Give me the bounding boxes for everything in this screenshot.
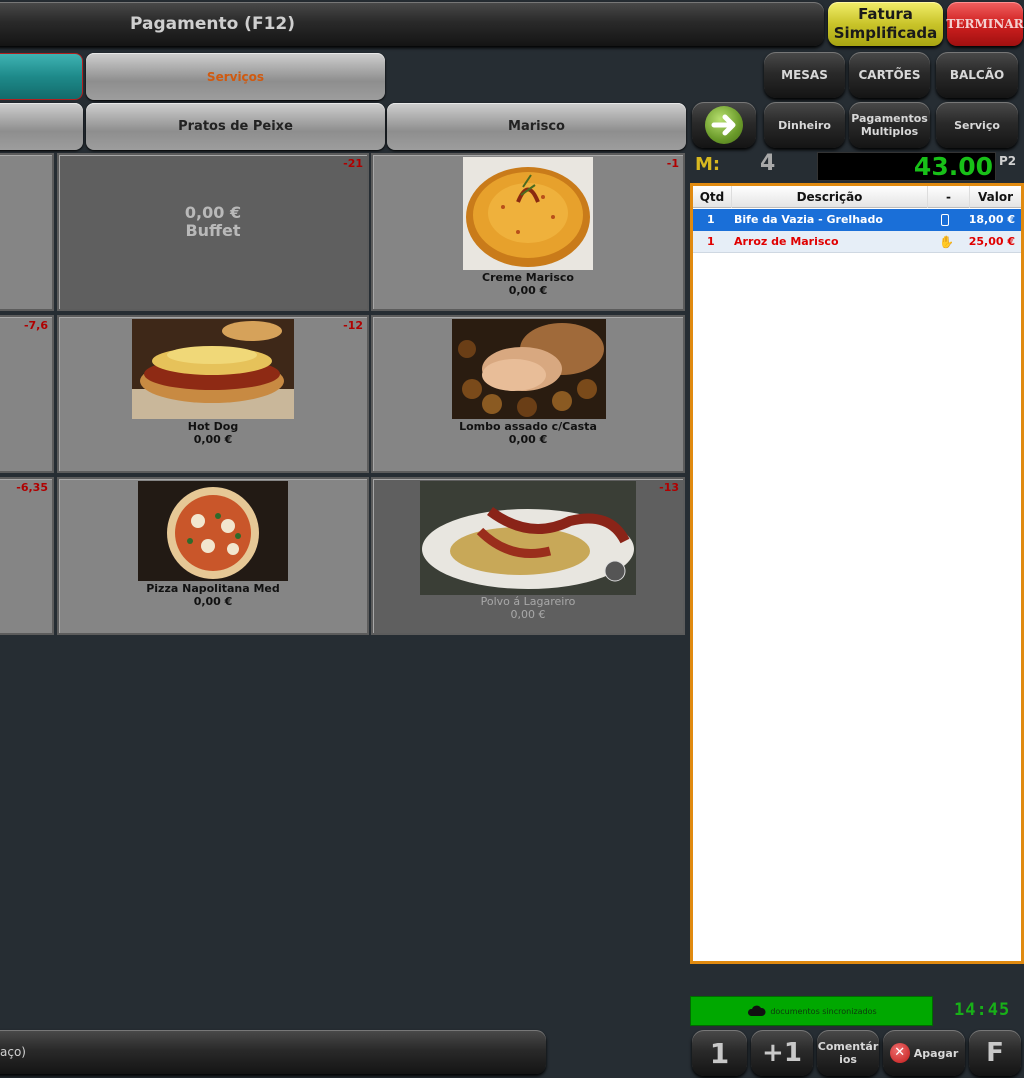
product-tile-creme-marisco[interactable]: -1 Creme Marisco 0,00 €: [371, 153, 685, 311]
header-valor: Valor: [969, 186, 1021, 208]
price-level: P2: [999, 154, 1017, 168]
mesas-button[interactable]: MESAS: [764, 52, 845, 98]
balcao-label: BALCÃO: [949, 68, 1005, 82]
row-qty: 1: [707, 235, 715, 248]
order-list[interactable]: Qtd Descrição - Valor 1 Bife da Vazia - …: [690, 183, 1024, 964]
sync-text: documentos sincronizados: [770, 1006, 877, 1016]
row-value: 25,00 €: [968, 235, 1015, 248]
next-arrow-button[interactable]: [692, 102, 756, 148]
page-title: Pagamento (F12): [130, 14, 295, 34]
btn-1-label: 1: [709, 1036, 730, 1070]
search-bar[interactable]: aço): [0, 1030, 546, 1074]
dinheiro-label: Dinheiro: [778, 118, 831, 132]
fatura-simplificada-button[interactable]: Fatura Simplificada: [828, 2, 943, 46]
order-row[interactable]: 1 Arroz de Marisco ✋ 25,00 €: [693, 231, 1021, 253]
pratos-peixe-label: Pratos de Peixe: [178, 119, 293, 134]
product-name: Creme Marisco: [482, 271, 574, 284]
family-tab-servicos[interactable]: Serviços: [86, 53, 385, 100]
pizza-photo: [138, 481, 288, 581]
balcao-button[interactable]: BALCÃO: [936, 52, 1018, 98]
servicos-label: Serviços: [206, 69, 265, 84]
clock: 14:45: [954, 1000, 1011, 1020]
product-tile-buffet[interactable]: -21 0,00 € Buffet: [57, 153, 369, 311]
servico-button[interactable]: Serviço: [936, 102, 1018, 148]
hotdog-photo: [132, 319, 294, 419]
family-tab-active[interactable]: [0, 53, 83, 100]
discount-badge: -6,35: [16, 481, 48, 494]
cartoes-button[interactable]: CARTÕES: [849, 52, 930, 98]
f-label: F: [986, 1038, 1004, 1068]
comentarios-button[interactable]: Comentár ios: [817, 1030, 879, 1076]
sync-status: documentos sincronizados: [690, 996, 933, 1026]
discount-badge: -13: [659, 481, 679, 494]
terminar-label: TERMINAR: [946, 17, 1024, 31]
delete-icon: ✕: [889, 1043, 910, 1063]
title-bar: Pagamento (F12): [0, 2, 824, 46]
total-amount: 43.00: [913, 152, 993, 181]
header-descricao: Descrição: [731, 186, 927, 208]
product-name: Pizza Napolitana Med: [146, 582, 280, 595]
product-tile-hot-dog[interactable]: -12 Hot Dog 0,00 €: [57, 315, 369, 473]
cloud-icon: [748, 1005, 766, 1016]
pagamentos-multiplos-label: Pagamentos Multiplos: [851, 112, 928, 138]
arrow-right-icon: [705, 106, 743, 144]
comentarios-label: Comentár ios: [817, 1040, 879, 1066]
product-name: Hot Dog: [187, 420, 239, 433]
mesas-label: MESAS: [781, 68, 828, 82]
mesa-label: M:: [695, 154, 721, 175]
discount-badge: -1: [666, 157, 679, 170]
discount-badge: -7,6: [23, 319, 48, 332]
product-tile-partial[interactable]: -6,35: [0, 477, 54, 635]
mobile-icon: [941, 214, 949, 226]
subfamily-tab-marisco[interactable]: Marisco: [387, 103, 686, 150]
buffet-name: Buffet: [185, 221, 241, 240]
product-tile-lombo-assado[interactable]: Lombo assado c/Casta 0,00 €: [371, 315, 685, 473]
row-qty: 1: [707, 213, 715, 226]
row-description: Bife da Vazia - Grelhado: [734, 213, 883, 226]
btn-plus1-label: +1: [762, 1038, 802, 1068]
terminar-button[interactable]: TERMINAR: [946, 2, 1024, 46]
pagamentos-multiplos-button[interactable]: Pagamentos Multiplos: [849, 102, 930, 148]
apagar-button[interactable]: ✕ Apagar: [883, 1030, 965, 1076]
plus-one-button[interactable]: +1: [751, 1030, 813, 1076]
discount-badge: -12: [343, 319, 363, 332]
subfamily-tab-pratos-peixe[interactable]: Pratos de Peixe: [86, 103, 385, 150]
product-price: 0,00 €: [510, 608, 546, 621]
hand-icon: ✋: [939, 235, 954, 249]
total-display: 43.00: [817, 152, 996, 181]
f-button[interactable]: F: [969, 1030, 1021, 1076]
product-price: 0,00 €: [193, 595, 233, 608]
product-name: Polvo á Lagareiro: [480, 595, 576, 608]
mesa-number: 4: [760, 151, 776, 176]
order-header: Qtd Descrição - Valor: [693, 186, 1021, 208]
cartoes-label: CARTÕES: [858, 68, 921, 82]
product-tile-polvo[interactable]: -13 Polvo á Lagareiro 0,00 €: [371, 477, 685, 635]
header-dash: -: [927, 186, 969, 208]
apagar-label: Apagar: [913, 1046, 959, 1060]
octopus-photo: [420, 481, 636, 595]
row-description: Arroz de Marisco: [734, 235, 839, 248]
servico-label: Serviço: [954, 118, 1000, 132]
search-text: aço): [0, 1045, 26, 1059]
buffet-price: 0,00 €: [184, 203, 242, 222]
fatura-label: Fatura Simplificada: [833, 5, 938, 42]
marisco-label: Marisco: [508, 119, 565, 134]
product-price: 0,00 €: [193, 433, 233, 446]
dinheiro-button[interactable]: Dinheiro: [764, 102, 845, 148]
product-tile-pizza[interactable]: Pizza Napolitana Med 0,00 €: [57, 477, 369, 635]
product-price: 0,00 €: [508, 433, 548, 446]
order-row[interactable]: 1 Bife da Vazia - Grelhado 18,00 €: [693, 209, 1021, 231]
product-tile-partial[interactable]: [0, 153, 54, 311]
product-name: Lombo assado c/Casta: [459, 420, 597, 433]
subfamily-tab-partial[interactable]: [0, 103, 83, 150]
discount-badge: -21: [343, 157, 363, 170]
quantity-1-button[interactable]: 1: [692, 1030, 747, 1076]
product-tile-partial[interactable]: -7,6: [0, 315, 54, 473]
roast-photo: [452, 319, 606, 419]
header-qtd: Qtd: [699, 190, 725, 204]
row-value: 18,00 €: [968, 213, 1015, 226]
soup-photo: [463, 157, 593, 270]
product-price: 0,00 €: [508, 284, 548, 297]
